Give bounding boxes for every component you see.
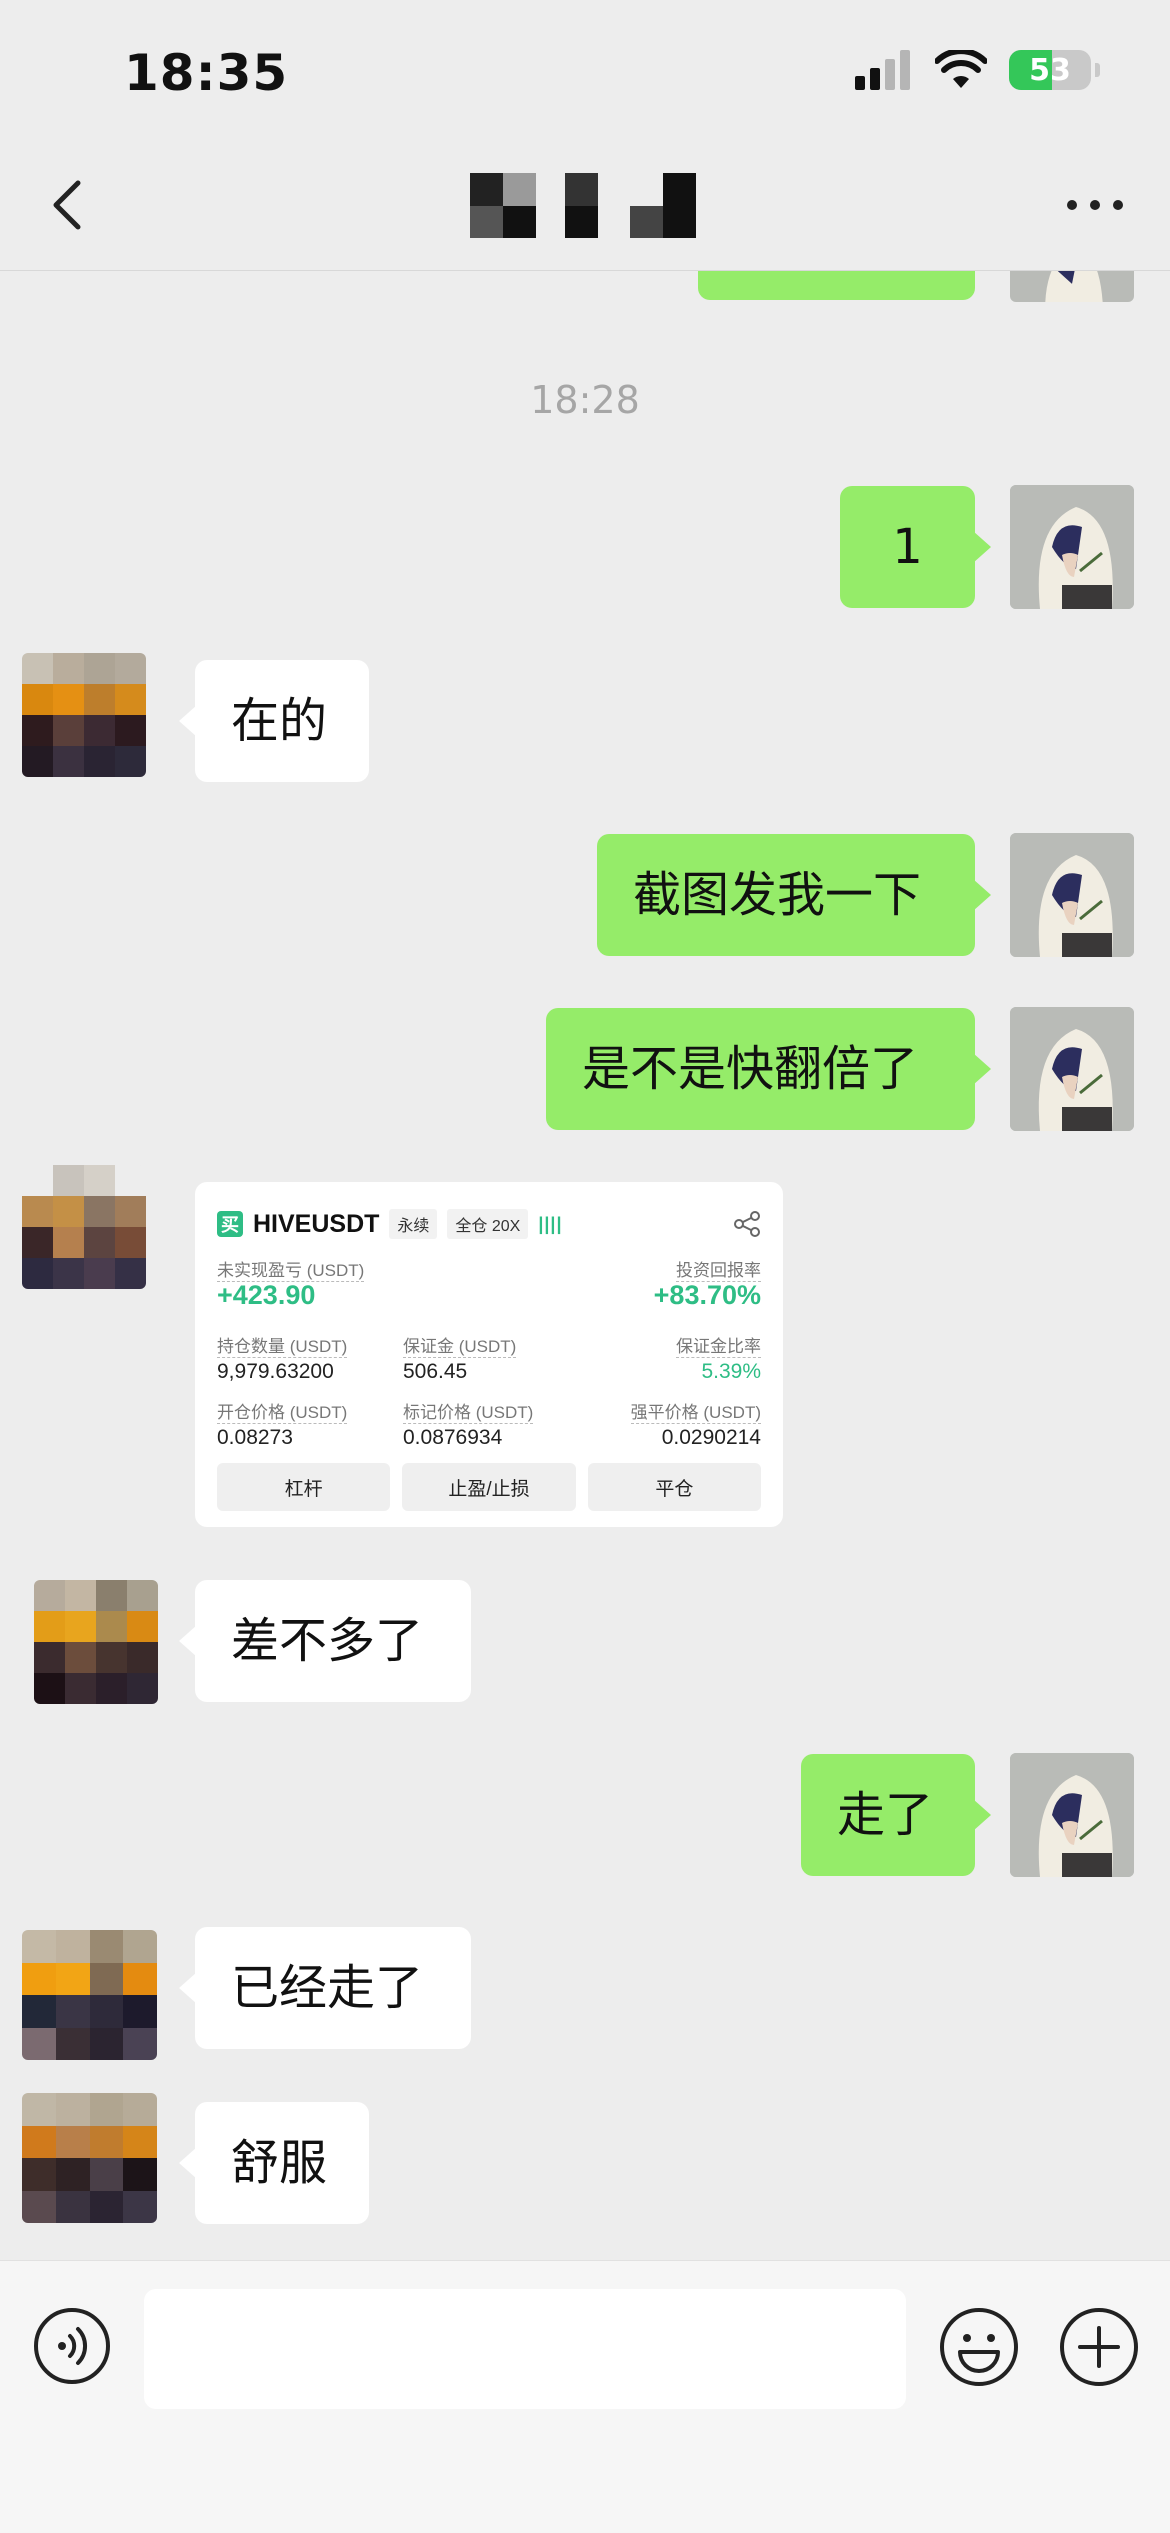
- message-text: 是不是快翻倍了: [582, 1041, 919, 1097]
- mark-price-label: 标记价格 (USDT): [403, 1398, 534, 1424]
- margin-label: 保证金 (USDT): [403, 1332, 517, 1358]
- input-bar: [0, 2260, 1170, 2533]
- my-message-bubble[interactable]: 截图发我一下: [597, 834, 991, 956]
- my-message-bubble[interactable]: 是不是快翻倍了: [546, 1008, 991, 1130]
- card-actions: 杠杆 止盈/止损 平仓: [217, 1463, 761, 1511]
- price-row: 开仓价格 (USDT) 0.08273 标记价格 (USDT) 0.087693…: [217, 1398, 761, 1464]
- message-text: 在的: [231, 693, 328, 749]
- margin-value: 506.45: [403, 1360, 468, 1383]
- contact-avatar[interactable]: [34, 1580, 158, 1704]
- back-icon[interactable]: [40, 175, 100, 235]
- card-header: 买 HIVEUSDT 永续 全仓 20X ||||: [217, 1202, 761, 1246]
- margin-ratio-label: 保证金比率: [676, 1332, 761, 1358]
- contact-message-bubble[interactable]: 已经走了: [179, 1927, 471, 2049]
- my-avatar[interactable]: [1010, 1007, 1134, 1131]
- my-message-bubble[interactable]: 1: [840, 486, 991, 608]
- leverage-button[interactable]: 杠杆: [217, 1463, 391, 1511]
- chat-header: [0, 145, 1170, 271]
- strength-bars: ||||: [538, 1213, 563, 1234]
- margin-ratio-value: 5.39%: [701, 1360, 761, 1383]
- my-avatar[interactable]: [1010, 833, 1134, 957]
- message-input[interactable]: [144, 2289, 906, 2409]
- my-message-bubble[interactable]: 走了: [801, 1754, 991, 1876]
- message-text: 走了: [837, 1787, 934, 1843]
- contact-message-bubble[interactable]: 差不多了: [179, 1580, 471, 1702]
- my-avatar[interactable]: [1010, 485, 1134, 609]
- message-text: 已经走了: [231, 1960, 424, 2016]
- voice-icon[interactable]: [32, 2306, 112, 2386]
- contact-avatar[interactable]: [22, 1165, 146, 1289]
- message-text: 1: [892, 519, 923, 575]
- entry-price-label: 开仓价格 (USDT): [217, 1398, 348, 1424]
- pnl-row: 未实现盈亏 (USDT) +423.90 投资回报率 +83.70%: [217, 1256, 761, 1332]
- pnl-value: +423.90: [217, 1280, 316, 1310]
- margin-mode: 全仓 20X: [447, 1209, 529, 1239]
- mark-price-value: 0.0876934: [403, 1426, 503, 1449]
- message-text: 差不多了: [231, 1613, 424, 1669]
- chat-area[interactable]: 18:28 1 在的 截图发我一下 是不是快翻倍了 买 HIVEUSDT 永续 …: [0, 0, 1170, 2260]
- liq-price-label: 强平价格 (USDT): [630, 1398, 761, 1424]
- position-value: 9,979.63200: [217, 1360, 334, 1383]
- roi-label: 投资回报率: [676, 1256, 761, 1282]
- message-text: 舒服: [231, 2135, 328, 2191]
- close-position-button[interactable]: 平仓: [587, 1463, 761, 1511]
- message-text: 截图发我一下: [633, 867, 922, 923]
- chat-timestamp: 18:28: [530, 378, 640, 422]
- share-icon[interactable]: [733, 1210, 761, 1238]
- liq-price-value: 0.0290214: [661, 1426, 761, 1449]
- trading-pair: HIVEUSDT: [253, 1209, 380, 1238]
- pnl-label: 未实现盈亏 (USDT): [217, 1256, 365, 1282]
- plus-icon[interactable]: [1058, 2306, 1140, 2388]
- position-row: 持仓数量 (USDT) 9,979.63200 保证金 (USDT) 506.4…: [217, 1332, 761, 1398]
- contact-avatar[interactable]: [22, 2093, 157, 2223]
- trade-screenshot-card[interactable]: 买 HIVEUSDT 永续 全仓 20X |||| 未实现盈亏 (USDT) +…: [195, 1182, 783, 1527]
- contact-message-bubble[interactable]: 舒服: [179, 2102, 369, 2224]
- more-icon[interactable]: [1060, 185, 1130, 225]
- contact-avatar[interactable]: [22, 1930, 157, 2060]
- tp-sl-button[interactable]: 止盈/止损: [402, 1463, 576, 1511]
- my-avatar[interactable]: [1010, 1753, 1134, 1877]
- contact-name-pixelated: [470, 173, 696, 238]
- roi-value: +83.70%: [653, 1280, 761, 1310]
- entry-price-value: 0.08273: [217, 1426, 293, 1449]
- buy-tag: 买: [217, 1211, 243, 1237]
- contract-type: 永续: [389, 1209, 438, 1239]
- contact-message-bubble[interactable]: 在的: [179, 660, 369, 782]
- contact-avatar[interactable]: [22, 653, 146, 777]
- position-label: 持仓数量 (USDT): [217, 1332, 348, 1358]
- emoji-icon[interactable]: [938, 2306, 1020, 2388]
